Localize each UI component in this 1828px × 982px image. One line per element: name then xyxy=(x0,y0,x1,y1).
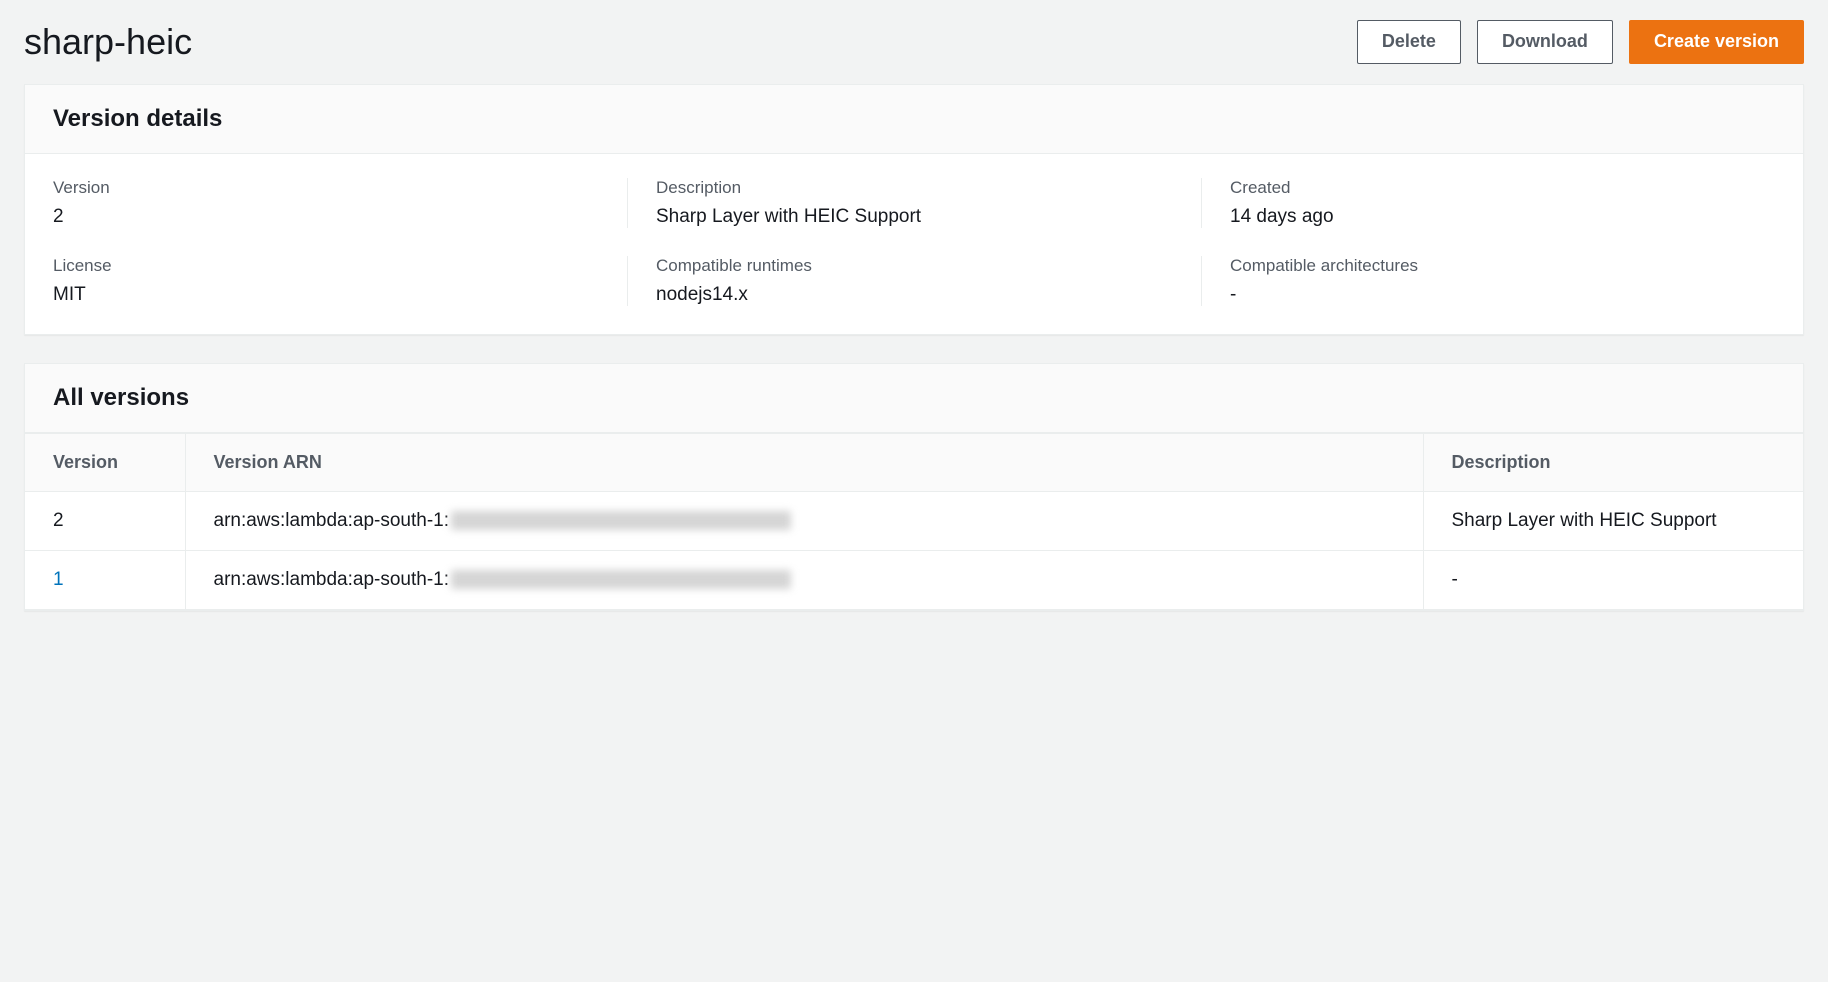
arn-prefix: arn:aws:lambda:ap-south-1: xyxy=(214,569,450,590)
detail-created: Created 14 days ago xyxy=(1201,178,1775,228)
cell-version: 2 xyxy=(25,491,185,550)
arn-redacted xyxy=(451,511,791,530)
cell-arn: arn:aws:lambda:ap-south-1: xyxy=(185,550,1423,609)
detail-description: Description Sharp Layer with HEIC Suppor… xyxy=(627,178,1201,228)
detail-compatible-architectures: Compatible architectures - xyxy=(1201,256,1775,306)
detail-label: Created xyxy=(1230,178,1775,198)
action-buttons: Delete Download Create version xyxy=(1357,20,1804,64)
detail-value: - xyxy=(1230,284,1775,306)
arn-prefix: arn:aws:lambda:ap-south-1: xyxy=(214,510,450,531)
detail-value: 14 days ago xyxy=(1230,206,1775,228)
detail-label: Description xyxy=(656,178,1201,198)
col-header-description[interactable]: Description xyxy=(1423,433,1803,491)
arn-redacted xyxy=(451,570,791,589)
all-versions-title: All versions xyxy=(53,384,1775,412)
all-versions-table: Version Version ARN Description 2 arn:aws… xyxy=(25,433,1803,610)
detail-label: Compatible runtimes xyxy=(656,256,1201,276)
col-header-arn[interactable]: Version ARN xyxy=(185,433,1423,491)
create-version-button[interactable]: Create version xyxy=(1629,20,1804,64)
cell-description: - xyxy=(1423,550,1803,609)
detail-label: Version xyxy=(53,178,627,198)
table-row: 1 arn:aws:lambda:ap-south-1: - xyxy=(25,550,1803,609)
all-versions-panel: All versions Version Version ARN Descrip… xyxy=(24,363,1804,611)
cell-version[interactable]: 1 xyxy=(25,550,185,609)
detail-version: Version 2 xyxy=(53,178,627,228)
cell-description: Sharp Layer with HEIC Support xyxy=(1423,491,1803,550)
detail-compatible-runtimes: Compatible runtimes nodejs14.x xyxy=(627,256,1201,306)
detail-label: Compatible architectures xyxy=(1230,256,1775,276)
cell-arn: arn:aws:lambda:ap-south-1: xyxy=(185,491,1423,550)
detail-value: 2 xyxy=(53,206,627,228)
page-title: sharp-heic xyxy=(24,21,192,63)
col-header-version[interactable]: Version xyxy=(25,433,185,491)
detail-value: Sharp Layer with HEIC Support xyxy=(656,206,1201,228)
detail-value: nodejs14.x xyxy=(656,284,1201,306)
version-link[interactable]: 1 xyxy=(53,569,64,590)
detail-value: MIT xyxy=(53,284,627,306)
detail-license: License MIT xyxy=(53,256,627,306)
table-row: 2 arn:aws:lambda:ap-south-1: Sharp Layer w… xyxy=(25,491,1803,550)
delete-button[interactable]: Delete xyxy=(1357,20,1461,64)
detail-label: License xyxy=(53,256,627,276)
version-details-panel: Version details Version 2 Description Sh… xyxy=(24,84,1804,335)
version-details-title: Version details xyxy=(53,105,1775,133)
download-button[interactable]: Download xyxy=(1477,20,1613,64)
